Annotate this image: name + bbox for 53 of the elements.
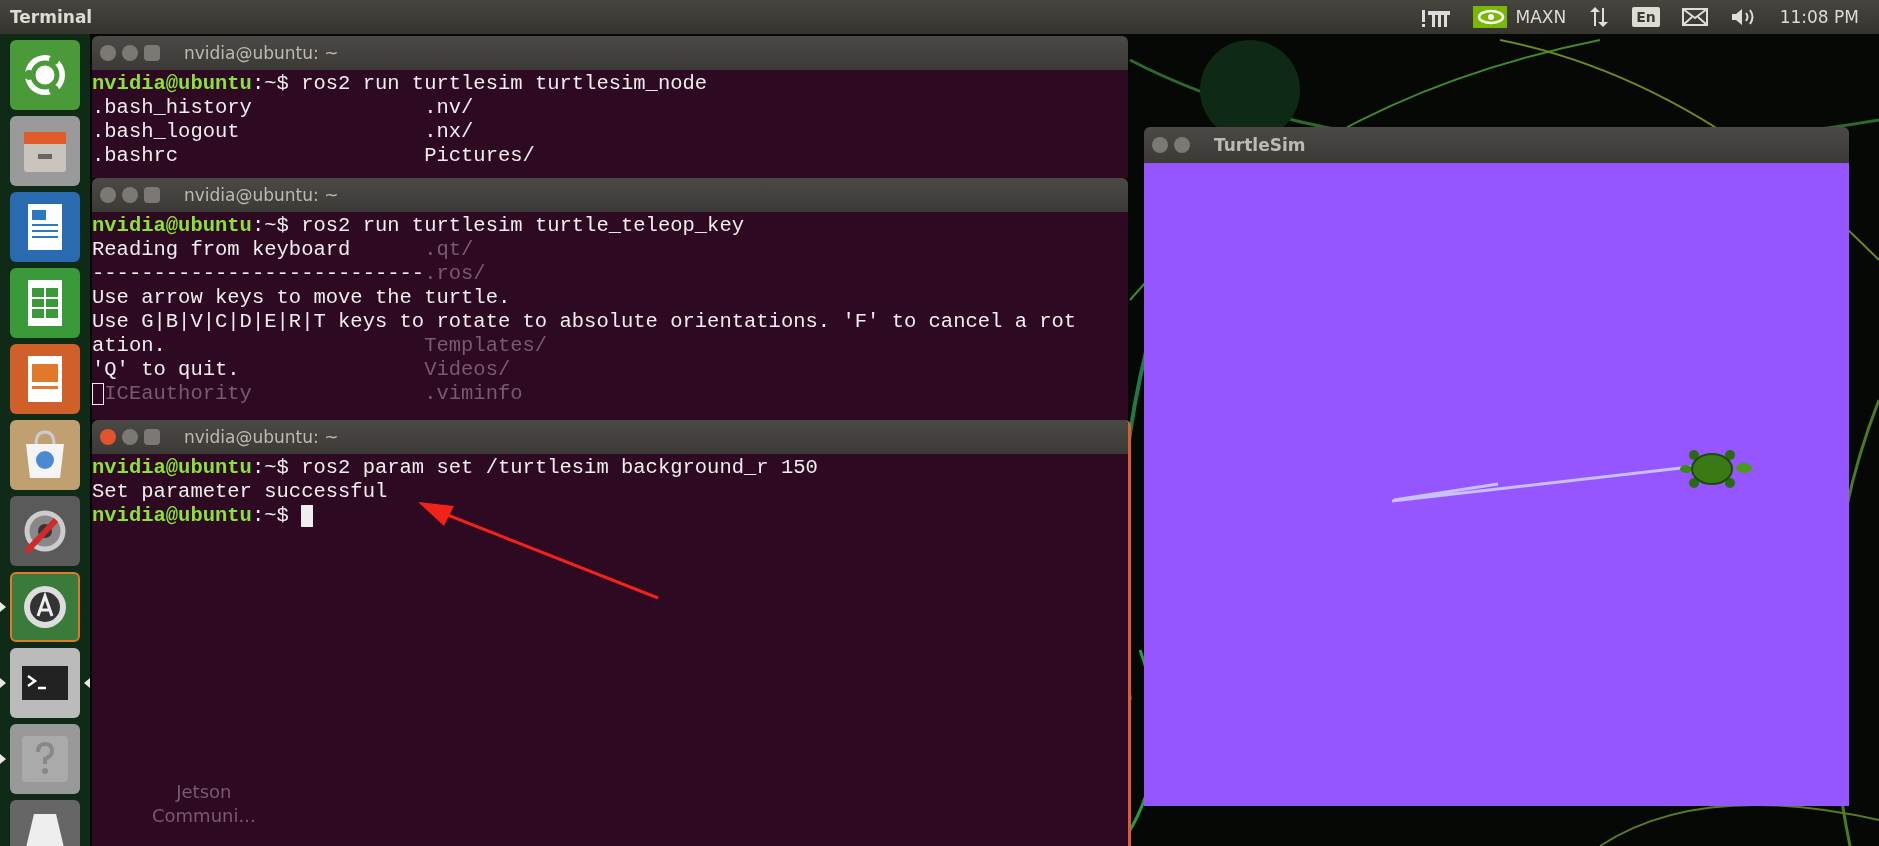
output-line: Use arrow keys to move the turtle. <box>92 286 511 310</box>
output-line: --------------------------- <box>92 262 425 286</box>
prompt-line: nvidia@ubuntu:~$ <box>92 504 290 528</box>
clock[interactable]: 11:08 PM <box>1779 7 1859 27</box>
file-name: .bash_logout <box>92 120 240 143</box>
maximize-button[interactable] <box>144 187 160 203</box>
window-title: TurtleSim <box>1214 135 1306 155</box>
faded-text: Jetson <box>176 780 232 804</box>
nvidia-indicator[interactable]: MAXN <box>1473 6 1567 28</box>
faded-text: .ros/ <box>424 262 486 286</box>
faded-text: Videos/ <box>424 358 511 382</box>
faded-text: Communi... <box>152 804 256 828</box>
mail-icon[interactable] <box>1681 8 1708 26</box>
minimize-button[interactable] <box>122 45 138 61</box>
window-title: nvidia@ubuntu: ~ <box>184 43 339 63</box>
prompt-line: nvidia@ubuntu:~$ ros2 run turtlesim turtle_teleop_key <box>92 214 745 238</box>
minimize-button[interactable] <box>122 429 138 445</box>
minimize-button[interactable] <box>122 187 138 203</box>
close-button[interactable] <box>100 429 116 445</box>
output-line: 'Q' to quit. <box>92 358 240 382</box>
output-line: ation. <box>92 334 166 358</box>
launcher-icon[interactable] <box>10 192 80 262</box>
file-name: Pictures/ <box>424 144 535 168</box>
close-button[interactable] <box>1152 137 1168 153</box>
output-line: Reading from keyboard <box>92 238 351 262</box>
faded-text: .qt/ <box>424 238 474 262</box>
prompt-line: nvidia@ubuntu:~$ ros2 param set /turtlesim background_r 150 <box>92 456 818 480</box>
maximize-button[interactable] <box>144 429 160 445</box>
app-title: Terminal <box>10 7 93 27</box>
maximize-button[interactable] <box>144 45 160 61</box>
turtle-icon <box>1680 450 1752 488</box>
file-name: .bash_history <box>92 96 252 119</box>
output-line: Set parameter successful <box>92 480 388 504</box>
window-title: nvidia@ubuntu: ~ <box>184 185 339 205</box>
faded-text: .viminfo <box>424 382 523 406</box>
launcher-icon[interactable] <box>10 648 80 718</box>
close-button[interactable] <box>100 45 116 61</box>
output-line: Use G|B|V|C|D|E|R|T keys to rotate to absolute orientations. 'F' to cancel a rot <box>92 310 1077 334</box>
keyboard-layout-indicator[interactable]: En <box>1632 7 1660 27</box>
close-button[interactable] <box>100 187 116 203</box>
faded-text: ICEauthority <box>104 382 252 405</box>
eye-logo-icon <box>1473 6 1508 28</box>
file-name: .nx/ <box>424 120 474 144</box>
launcher-icon[interactable] <box>10 496 80 566</box>
window-title: nvidia@ubuntu: ~ <box>184 427 339 447</box>
file-name: .nv/ <box>424 96 474 120</box>
launcher-icon[interactable] <box>10 572 80 642</box>
transfer-arrows-icon[interactable] <box>1588 6 1611 28</box>
minimize-button[interactable] <box>1174 137 1190 153</box>
file-name: .bashrc <box>92 144 179 167</box>
text-cursor <box>92 383 104 405</box>
prompt-line: nvidia@ubuntu:~$ ros2 run turtlesim turtlesim_node <box>92 72 708 96</box>
faded-text: Templates/ <box>424 334 548 358</box>
